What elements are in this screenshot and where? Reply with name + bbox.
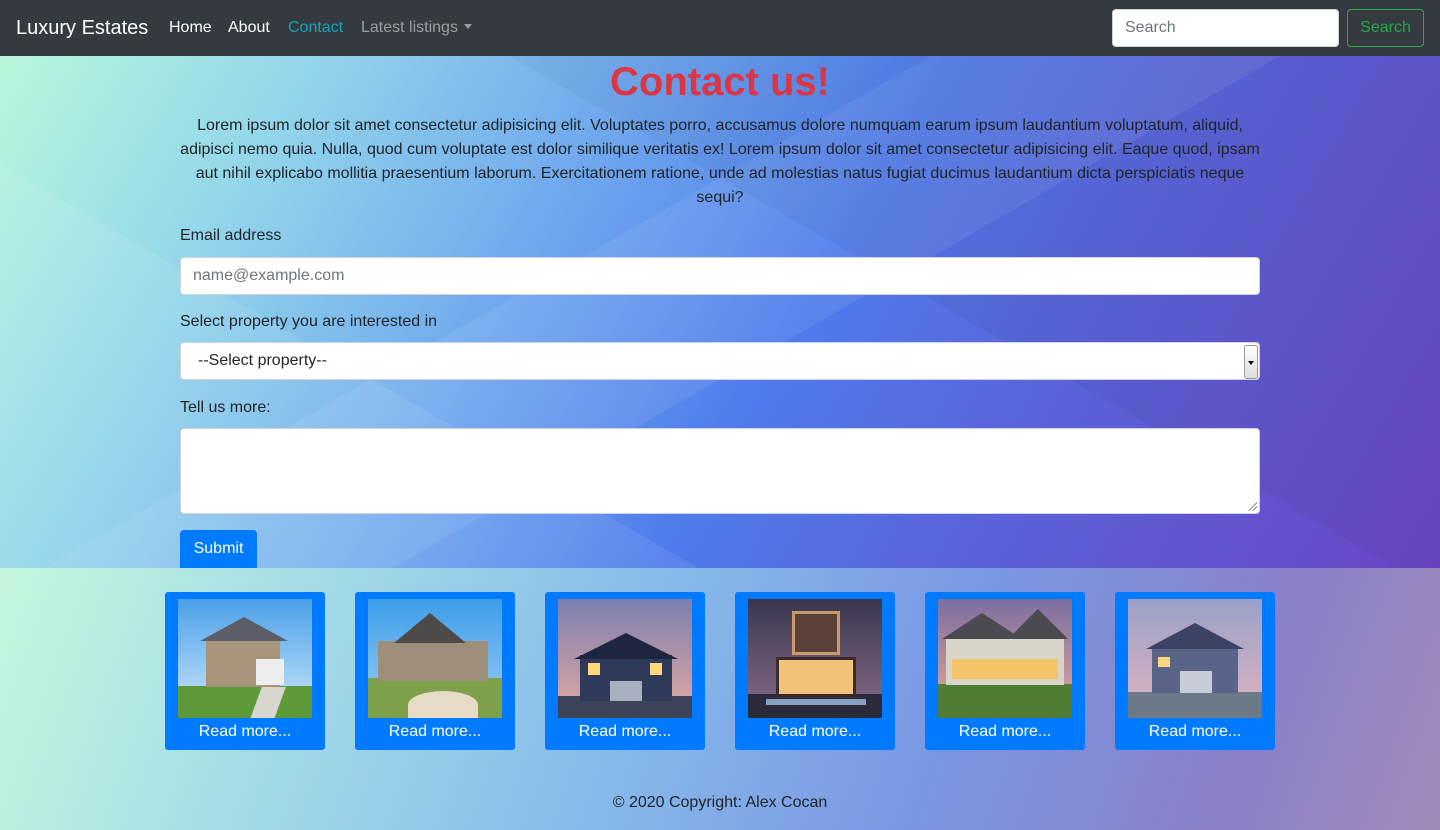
read-more-link[interactable]: Read more...: [355, 722, 515, 742]
read-more-link[interactable]: Read more...: [165, 722, 325, 742]
intro-paragraph: Lorem ipsum dolor sit amet consectetur a…: [180, 117, 1260, 206]
listing-card: Read more...: [925, 592, 1085, 750]
email-field[interactable]: name@example.com: [180, 257, 1260, 295]
footer-copyright: © 2020 Copyright: Alex Cocan: [612, 794, 828, 811]
message-label: Tell us more:: [180, 399, 271, 416]
read-more-link[interactable]: Read more...: [545, 722, 705, 742]
property-select-value: --Select property--: [198, 352, 327, 369]
page-title: Contact us!: [610, 60, 830, 104]
listing-card: Read more...: [545, 592, 705, 750]
listing-image[interactable]: [748, 599, 882, 718]
read-more-link[interactable]: Read more...: [925, 722, 1085, 742]
resize-handle-icon[interactable]: [1247, 501, 1257, 511]
contact-section: Contact us! Lorem ipsum dolor sit amet c…: [0, 56, 1440, 568]
caret-down-icon: [463, 24, 472, 29]
listing-image[interactable]: [938, 599, 1072, 718]
nav-latest-listings-dropdown[interactable]: Latest listings: [361, 17, 472, 39]
property-select-label: Select property you are interested in: [180, 313, 438, 330]
read-more-link[interactable]: Read more...: [1115, 722, 1275, 742]
listing-card: Read more...: [355, 592, 515, 750]
nav-home[interactable]: Home: [169, 17, 212, 39]
listing-card: Read more...: [165, 592, 325, 750]
brand-logo[interactable]: Luxury Estates: [16, 15, 148, 41]
listing-card: Read more...: [1115, 592, 1275, 750]
listing-image[interactable]: [178, 599, 312, 718]
listing-image[interactable]: [1128, 599, 1262, 718]
message-textarea[interactable]: [180, 428, 1260, 514]
nav-latest-listings-label: Latest listings: [361, 19, 458, 36]
search-input[interactable]: [1112, 9, 1339, 47]
navbar: Luxury Estates Home About Contact Latest…: [0, 0, 1440, 56]
submit-button[interactable]: Submit: [180, 530, 257, 568]
property-select[interactable]: --Select property--: [180, 342, 1260, 380]
search-button[interactable]: Search: [1347, 9, 1424, 47]
nav-about[interactable]: About: [228, 17, 270, 39]
nav-contact[interactable]: Contact: [288, 17, 343, 39]
listing-image[interactable]: [558, 599, 692, 718]
listings-section: Read more... Read more... Read more... R…: [0, 568, 1440, 830]
chevron-down-icon: [1244, 345, 1258, 379]
listing-card: Read more...: [735, 592, 895, 750]
listing-image[interactable]: [368, 599, 502, 718]
email-label: Email address: [180, 227, 282, 244]
read-more-link[interactable]: Read more...: [735, 722, 895, 742]
